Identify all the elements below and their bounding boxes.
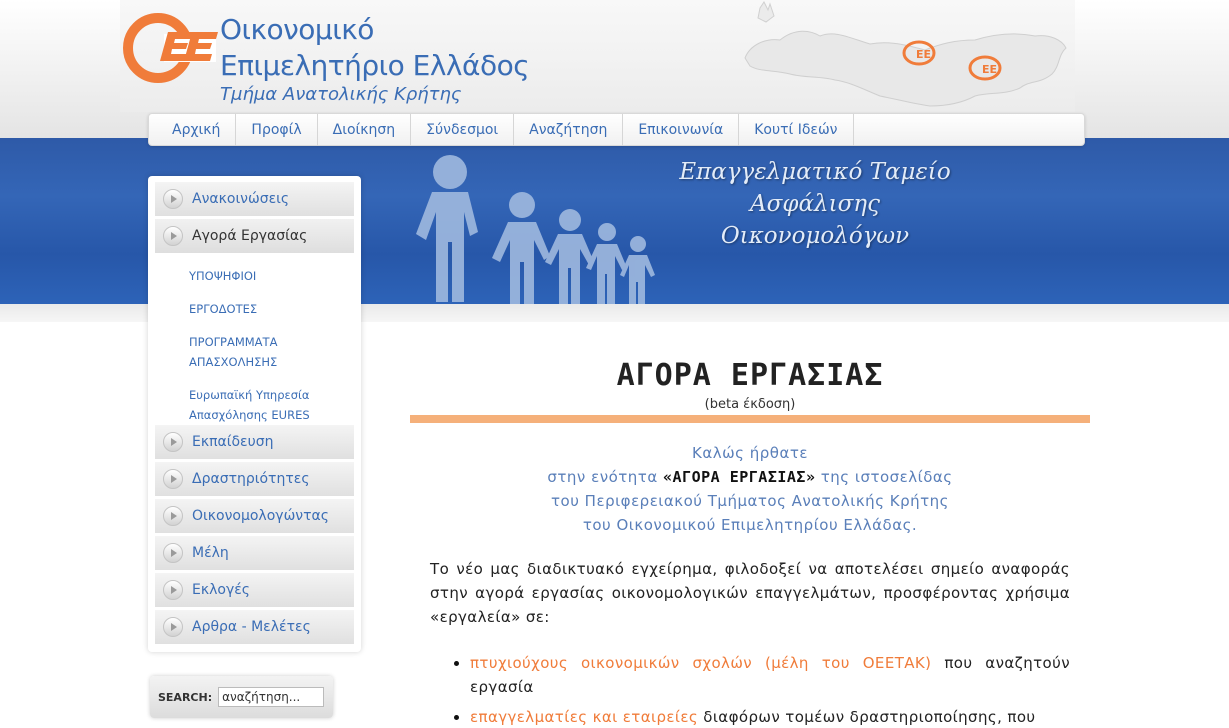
search-label: SEARCH:	[158, 690, 213, 704]
svg-text:ΕΕ: ΕΕ	[982, 63, 997, 76]
page-subtitle: (beta έκδοση)	[704, 397, 796, 412]
page-title: ΑΓΟΡΑ ΕΡΓΑΣΙΑΣ	[616, 358, 884, 393]
audience-list: πτυχιούχους οικονομικών σχολών (μέλη του…	[470, 651, 1070, 728]
play-arrow-icon	[163, 226, 183, 246]
submenu-candidates[interactable]: ΥΠΟΨΗΦΙΟΙ	[189, 266, 354, 286]
sidebar-item-announcements[interactable]: Ανακοινώσεις	[155, 182, 354, 216]
sidebar-item-label: Εκλογές	[192, 582, 251, 598]
nav-administration[interactable]: Διοίκηση	[318, 113, 412, 146]
play-arrow-icon	[163, 617, 183, 637]
list-item: επαγγελματίες και εταιρείες διαφόρων τομ…	[470, 705, 1070, 728]
search-box: SEARCH:	[150, 676, 333, 718]
intro-paragraph: Το νέο μας διαδικτυακό εγχείρημα, φιλοδο…	[430, 560, 1070, 626]
welcome-line2: στην ενότητα «ΑΓΟΡΑ ΕΡΓΑΣΙΑΣ» της ιστοσε…	[410, 465, 1090, 489]
submenu-employers[interactable]: ΕΡΓΟΔΟΤΕΣ	[189, 299, 354, 319]
play-arrow-icon	[163, 469, 183, 489]
sidebar-item-label: Δραστηριότητες	[192, 471, 310, 487]
svg-text:ΕΕ: ΕΕ	[916, 48, 931, 61]
sidebar-item-label: Εκπαίδευση	[192, 434, 274, 450]
sidebar-item-label: Αρθρα - Μελέτες	[192, 619, 311, 635]
banner-text: Επαγγελματικό Ταμείο Ασφάλισης Οικονομολ…	[660, 156, 970, 252]
search-input[interactable]	[218, 687, 325, 707]
banner-line2: Ασφάλισης	[750, 191, 880, 217]
list-item-text: διαφόρων τομέων δραστηριοποίησης, που	[703, 708, 1036, 726]
org-title-line2: Επιμελητήριο Ελλάδος	[220, 49, 530, 82]
nav-profile[interactable]: Προφίλ	[236, 113, 318, 146]
companies-link[interactable]: επαγγελματίες και εταιρείες	[470, 708, 698, 726]
job-market-submenu: ΥΠΟΨΗΦΙΟΙ ΕΡΓΟΔΟΤΕΣ ΠΡΟΓΡΑΜΜΑΤΑ ΑΠΑΣΧΟΛΗ…	[155, 256, 354, 425]
main-content: ΑΓΟΡΑ ΕΡΓΑΣΙΑΣ (beta έκδοση) Καλώς ήρθατ…	[410, 355, 1090, 728]
title-divider	[410, 415, 1090, 423]
welcome-text: Καλώς ήρθατε στην ενότητα «ΑΓΟΡΑ ΕΡΓΑΣΙΑ…	[410, 441, 1090, 537]
oee-logo[interactable]	[122, 12, 222, 84]
nav-contact[interactable]: Επικοινωνία	[623, 113, 740, 146]
welcome-line1: Καλώς ήρθατε	[692, 444, 808, 462]
play-arrow-icon	[163, 580, 183, 600]
play-arrow-icon	[163, 432, 183, 452]
sidebar-item-articles[interactable]: Αρθρα - Μελέτες	[155, 610, 354, 644]
play-arrow-icon	[163, 543, 183, 563]
list-item: πτυχιούχους οικονομικών σχολών (μέλη του…	[470, 651, 1070, 699]
top-navbar: Αρχική Προφίλ Διοίκηση Σύνδεσμοι Αναζήτη…	[148, 113, 1085, 146]
sidebar-menu: Ανακοινώσεις Αγορά Εργασίας ΥΠΟΨΗΦΙΟΙ ΕΡ…	[148, 176, 361, 652]
nav-home[interactable]: Αρχική	[157, 113, 237, 146]
org-title: Οικονομικό Επιμελητήριο Ελλάδος	[220, 12, 530, 84]
submenu-employment-programs[interactable]: ΠΡΟΓΡΑΜΜΑΤΑ ΑΠΑΣΧΟΛΗΣΗΣ	[189, 332, 299, 372]
sidebar-item-economics[interactable]: Οικονομολογώντας	[155, 499, 354, 533]
sidebar-item-label: Μέλη	[192, 545, 229, 561]
play-arrow-icon	[163, 506, 183, 526]
graduates-link[interactable]: πτυχιούχους οικονομικών σχολών (μέλη του…	[470, 654, 931, 672]
org-title-line1: Οικονομικό	[220, 13, 374, 46]
family-figures-image	[416, 155, 655, 304]
play-arrow-icon	[163, 189, 183, 209]
welcome-line4: του Οικονομικού Επιμελητηρίου Ελλάδας.	[582, 516, 918, 534]
org-subtitle: Τμήμα Ανατολικής Κρήτης	[220, 84, 462, 105]
welcome-line3: του Περιφερειακού Τμήματος Ανατολικής Κρ…	[551, 492, 949, 510]
sidebar-item-label: Αγορά Εργασίας	[192, 228, 308, 244]
submenu-eures[interactable]: Ευρωπαϊκή Υπηρεσία Απασχόλησης EURES	[189, 385, 319, 425]
welcome-line2-start: στην ενότητα	[547, 468, 658, 486]
sidebar-item-members[interactable]: Μέλη	[155, 536, 354, 570]
banner-line3: Οικονομολόγων	[720, 223, 910, 249]
sidebar-item-label: Ανακοινώσεις	[192, 191, 290, 207]
sidebar-item-education[interactable]: Εκπαίδευση	[155, 425, 354, 459]
crete-map-image: ΕΕ ΕΕ	[744, 1, 1067, 107]
banner-line1: Επαγγελματικό Ταμείο	[679, 159, 951, 185]
sidebar-item-activities[interactable]: Δραστηριότητες	[155, 462, 354, 496]
nav-links[interactable]: Σύνδεσμοι	[411, 113, 515, 146]
sidebar-item-label: Οικονομολογώντας	[192, 508, 329, 524]
welcome-line2-end: της ιστοσελίδας	[820, 468, 953, 486]
sidebar-item-job-market[interactable]: Αγορά Εργασίας	[155, 219, 354, 253]
nav-search[interactable]: Αναζήτηση	[514, 113, 624, 146]
sidebar-item-elections[interactable]: Εκλογές	[155, 573, 354, 607]
nav-ideas-box[interactable]: Κουτί Ιδεών	[739, 113, 854, 146]
welcome-section-name: «ΑΓΟΡΑ ΕΡΓΑΣΙΑΣ»	[662, 468, 816, 486]
